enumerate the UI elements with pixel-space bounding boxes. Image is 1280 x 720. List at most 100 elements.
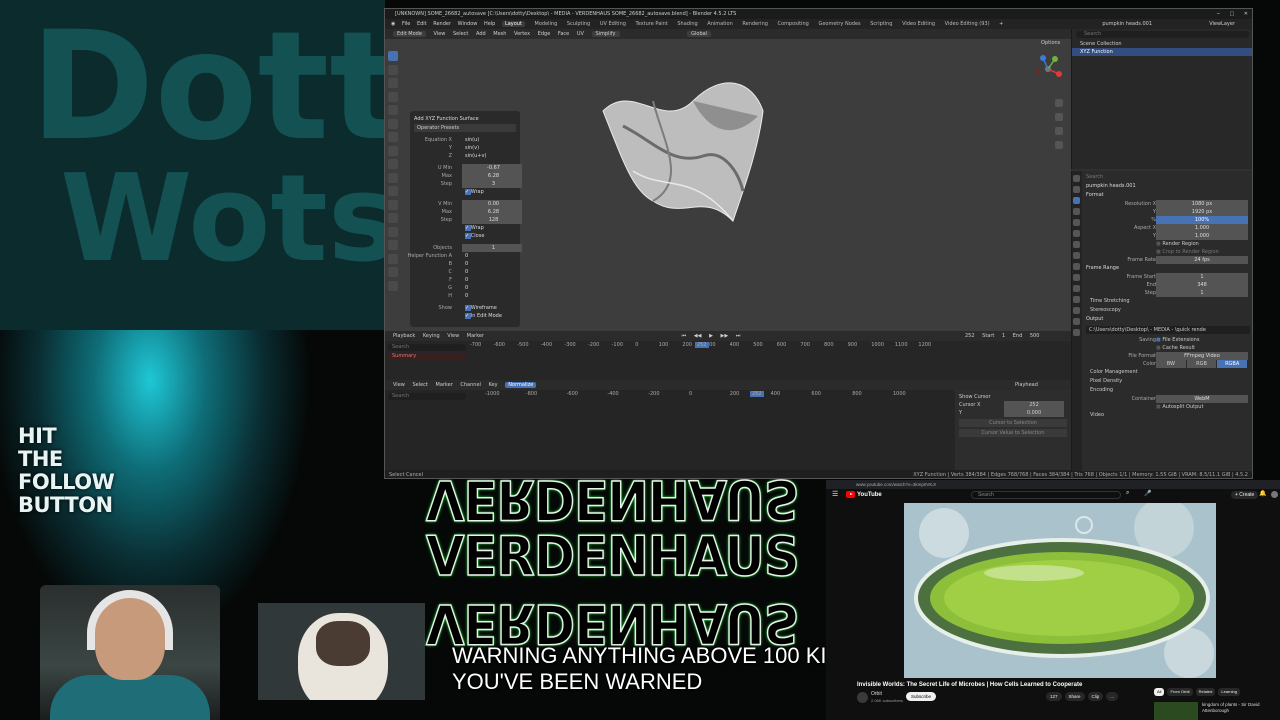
- v-max-field[interactable]: 6.28: [462, 208, 522, 216]
- data-tab-icon[interactable]: [1073, 307, 1080, 314]
- current-frame-indicator[interactable]: 252: [695, 342, 709, 348]
- cursor-y-field[interactable]: 0.000: [1004, 409, 1064, 417]
- clip-button[interactable]: Clip: [1087, 692, 1104, 701]
- cache-result-checkbox[interactable]: Cache Result: [1156, 344, 1195, 352]
- simplify-toggle[interactable]: Simplify: [591, 31, 620, 37]
- scene-tab-icon[interactable]: [1073, 219, 1080, 226]
- chip-learning[interactable]: Learning: [1218, 688, 1240, 696]
- v-step-field[interactable]: 128: [462, 216, 522, 224]
- format-panel-header[interactable]: Format: [1086, 191, 1250, 200]
- add-workspace-icon[interactable]: +: [999, 21, 1003, 27]
- u-max-field[interactable]: 6.28: [462, 172, 522, 180]
- workspace-tab-rendering[interactable]: Rendering: [742, 21, 768, 27]
- workspace-tab-video-editing-2[interactable]: Video Editing (93): [945, 21, 990, 27]
- wireframe-checkbox[interactable]: Wireframe: [462, 304, 522, 312]
- workspace-tab-uv-editing[interactable]: UV Editing: [600, 21, 626, 27]
- cursor-to-selection-button[interactable]: Cursor to Selection: [959, 419, 1067, 427]
- camera-icon[interactable]: [1055, 127, 1063, 135]
- next-key-icon[interactable]: ▶▶: [721, 333, 729, 339]
- youtube-search-input[interactable]: Search: [971, 491, 1121, 499]
- graph-search-input[interactable]: Search: [388, 393, 466, 400]
- video-panel[interactable]: Video: [1086, 411, 1250, 420]
- bevel-tool-icon[interactable]: [388, 199, 398, 210]
- helper-c-field[interactable]: 0: [462, 268, 522, 276]
- show-cursor-checkbox[interactable]: Show Cursor: [959, 393, 1067, 401]
- color-management-panel[interactable]: Color Management: [1086, 368, 1250, 377]
- modifier-tab-icon[interactable]: [1073, 263, 1080, 270]
- graph-menu-view[interactable]: View: [393, 382, 405, 388]
- poly-build-tool-icon[interactable]: [388, 240, 398, 250]
- cursor-value-to-selection-button[interactable]: Cursor Value to Selection: [959, 429, 1067, 437]
- helper-g-field[interactable]: 0: [462, 284, 522, 292]
- outliner-item-xyz-function[interactable]: XYZ Function: [1072, 48, 1252, 56]
- up-next-title[interactable]: kingdom of plants - Sir David Attenborou…: [1202, 702, 1272, 714]
- inset-tool-icon[interactable]: [388, 186, 398, 196]
- operator-presets[interactable]: Operator Presets: [414, 124, 516, 132]
- workspace-tab-scripting[interactable]: Scripting: [870, 21, 892, 27]
- grid-icon[interactable]: [1055, 141, 1063, 149]
- redo-panel-title[interactable]: Add XYZ Function Surface: [414, 114, 516, 124]
- timeline-area[interactable]: Search Summary -700 -600 -500 -400 -300 -200 -…: [385, 341, 1071, 381]
- subscribe-button[interactable]: Subscribe: [906, 692, 937, 701]
- pan-hand-icon[interactable]: [1055, 113, 1063, 121]
- create-button[interactable]: + Create: [1231, 491, 1259, 499]
- menu-file[interactable]: File: [402, 21, 410, 27]
- render-region-checkbox[interactable]: Render Region: [1156, 240, 1199, 248]
- frame-rate-select[interactable]: 24 fps: [1156, 256, 1248, 264]
- edge-slide-tool-icon[interactable]: [388, 280, 398, 291]
- properties-search-input[interactable]: Search: [1086, 173, 1250, 182]
- workspace-tab-geometry-nodes[interactable]: Geometry Nodes: [818, 21, 860, 27]
- scale-tool-icon[interactable]: [388, 105, 398, 115]
- move-tool-icon[interactable]: [388, 78, 398, 88]
- loop-cut-tool-icon[interactable]: [388, 213, 398, 223]
- timeline-search-input[interactable]: Search: [388, 344, 466, 351]
- chip-related[interactable]: Related: [1195, 688, 1216, 696]
- scene-selector[interactable]: pumpkin heads.001: [1102, 19, 1152, 29]
- select-box-tool-icon[interactable]: [388, 51, 398, 61]
- view-layer-tab-icon[interactable]: [1073, 208, 1080, 215]
- workspace-tab-shading[interactable]: Shading: [677, 21, 697, 27]
- spin-tool-icon[interactable]: [388, 253, 398, 264]
- options-menu[interactable]: Options: [1041, 40, 1060, 46]
- workspace-tab-compositing[interactable]: Compositing: [778, 21, 809, 27]
- rotate-tool-icon[interactable]: [388, 91, 398, 102]
- add-cube-tool-icon[interactable]: [388, 159, 398, 169]
- workspace-tab-sculpting[interactable]: Sculpting: [567, 21, 590, 27]
- youtube-logo[interactable]: YouTube: [846, 491, 882, 498]
- cursor-x-field[interactable]: 252: [1004, 401, 1064, 409]
- viewport-menu-add[interactable]: Add: [476, 31, 486, 37]
- crop-checkbox[interactable]: Crop to Render Region: [1156, 248, 1218, 256]
- time-stretching-panel[interactable]: Time Stretching: [1086, 297, 1250, 306]
- resolution-x-field[interactable]: 1080 px: [1156, 200, 1248, 208]
- jump-end-icon[interactable]: ⏭: [736, 333, 741, 339]
- play-icon[interactable]: ▶: [709, 333, 713, 339]
- navigation-gizmo-icon[interactable]: [1033, 54, 1063, 84]
- u-wrap-checkbox[interactable]: Wrap: [462, 188, 522, 196]
- color-mode-bw[interactable]: BW: [1156, 360, 1186, 368]
- timeline-menu-view[interactable]: View: [447, 333, 459, 339]
- extrude-tool-icon[interactable]: [388, 172, 398, 183]
- transform-tool-icon[interactable]: [388, 118, 398, 129]
- like-button[interactable]: 127: [1046, 692, 1062, 701]
- playhead-selector[interactable]: Playhead: [1015, 380, 1038, 390]
- physics-tab-icon[interactable]: [1073, 285, 1080, 292]
- menu-edit[interactable]: Edit: [417, 21, 427, 27]
- resolution-percent-field[interactable]: 100%: [1156, 216, 1248, 224]
- viewport-menu-face[interactable]: Face: [558, 31, 569, 37]
- end-field[interactable]: 500: [1030, 333, 1040, 339]
- file-format-select[interactable]: FFmpeg Video: [1156, 352, 1248, 360]
- current-frame-field[interactable]: 252: [965, 333, 975, 339]
- outliner-item-scene-collection[interactable]: Scene Collection: [1072, 40, 1252, 48]
- aspect-x-field[interactable]: 1.000: [1156, 224, 1248, 232]
- measure-tool-icon[interactable]: [388, 145, 398, 156]
- menu-help[interactable]: Help: [484, 21, 495, 27]
- notifications-bell-icon[interactable]: 🔔: [1259, 490, 1266, 497]
- objects-field[interactable]: 1: [462, 244, 522, 252]
- knife-tool-icon[interactable]: [388, 226, 398, 237]
- u-min-field[interactable]: -0.67: [462, 164, 522, 172]
- object-tab-icon[interactable]: [1073, 252, 1080, 259]
- workspace-tab-modeling[interactable]: Modeling: [535, 21, 558, 27]
- current-frame-indicator[interactable]: 252: [750, 391, 764, 397]
- normalize-toggle[interactable]: Normalize: [505, 382, 537, 388]
- hamburger-menu-icon[interactable]: ☰: [832, 490, 838, 498]
